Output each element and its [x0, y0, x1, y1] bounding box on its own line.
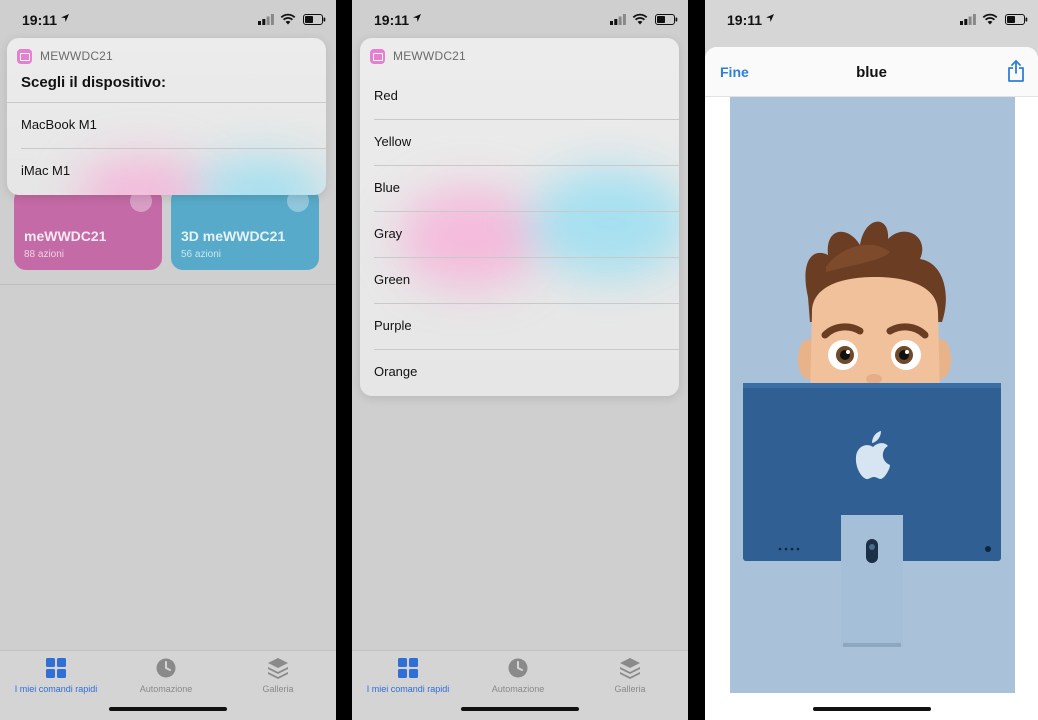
phone-screen-device-choice: 19:11 meWWDC21 88 azioni 3D meWWDC21 56 … — [0, 0, 336, 720]
menu-option-green[interactable]: Green — [360, 257, 679, 303]
battery-icon — [1005, 14, 1028, 25]
cellular-signal-icon — [610, 14, 626, 25]
status-bar: 19:11 — [705, 0, 1038, 40]
menu-option-orange[interactable]: Orange — [360, 349, 679, 395]
quick-look-sheet: Fine blue — [705, 47, 1038, 720]
wifi-icon — [632, 13, 648, 25]
separator — [374, 349, 679, 350]
separator — [374, 119, 679, 120]
phone-screen-color-choice: 19:11 MEWWDC21 Red Yellow Blue Gray Gree… — [352, 0, 688, 720]
status-bar: 19:11 — [0, 0, 336, 40]
grid-icon — [46, 658, 66, 678]
status-bar: 19:11 — [352, 0, 688, 40]
share-icon[interactable] — [1006, 60, 1026, 82]
card-title: 3D meWWDC21 — [181, 228, 286, 244]
clock-icon — [156, 658, 176, 678]
option-label: Purple — [374, 318, 412, 333]
tab-label: I miei comandi rapidi — [366, 684, 450, 694]
stack-icon — [620, 658, 640, 679]
memoji-imac-image — [730, 97, 1015, 693]
menu-option-yellow[interactable]: Yellow — [360, 119, 679, 165]
tab-label: Galleria — [614, 684, 646, 694]
tab-my-shortcuts[interactable]: I miei comandi rapidi — [0, 657, 112, 694]
location-arrow-icon — [766, 14, 774, 22]
location-arrow-icon — [413, 14, 421, 22]
memoji-behind-imac-image — [743, 221, 1001, 647]
shortcut-card-3d-mewwdc21[interactable]: 3D meWWDC21 56 azioni — [171, 188, 319, 270]
option-label: Green — [374, 272, 411, 287]
cellular-signal-icon — [960, 14, 976, 25]
option-label: Blue — [374, 180, 401, 195]
status-time: 19:11 — [727, 12, 763, 28]
home-indicator[interactable] — [812, 707, 931, 711]
sheet-navigation-bar: Fine blue — [705, 47, 1038, 97]
menu-option-gray[interactable]: Gray — [360, 211, 679, 257]
stack-icon — [268, 658, 288, 679]
clock-icon — [508, 658, 528, 678]
option-label: MacBook M1 — [21, 117, 97, 132]
wifi-icon — [982, 13, 998, 25]
divider — [0, 284, 336, 285]
device-choice-menu: MEWWDC21 Scegli il dispositivo: MacBook … — [7, 38, 326, 195]
menu-option-purple[interactable]: Purple — [360, 303, 679, 349]
tab-label: Galleria — [262, 684, 294, 694]
menu-header: MEWWDC21 — [17, 47, 113, 65]
home-indicator[interactable] — [461, 707, 579, 711]
cellular-signal-icon — [258, 14, 274, 25]
color-choice-menu: MEWWDC21 Red Yellow Blue Gray Green Purp… — [360, 38, 679, 396]
option-label: iMac M1 — [21, 163, 71, 178]
location-arrow-icon — [61, 14, 69, 22]
tab-automation[interactable]: Automazione — [110, 657, 222, 694]
option-label: Gray — [374, 226, 403, 241]
tab-gallery[interactable]: Galleria — [574, 657, 686, 694]
battery-icon — [303, 14, 326, 25]
sheet-title: blue — [856, 64, 887, 81]
tab-label: Automazione — [491, 684, 545, 694]
option-label: Red — [374, 88, 398, 103]
home-indicator[interactable] — [109, 707, 227, 711]
tab-gallery[interactable]: Galleria — [222, 657, 334, 694]
status-time: 19:11 — [22, 12, 58, 28]
separator — [374, 303, 679, 304]
status-time: 19:11 — [374, 12, 410, 28]
separator — [21, 148, 326, 149]
menu-option-macbook-m1[interactable]: MacBook M1 — [7, 102, 326, 148]
card-subtitle: 56 azioni — [181, 249, 222, 260]
app-name: MEWWDC21 — [393, 49, 466, 63]
phone-screen-image-preview: 19:11 Fine blue — [705, 0, 1038, 720]
option-label: Yellow — [374, 134, 412, 149]
battery-icon — [655, 14, 678, 25]
tab-my-shortcuts[interactable]: I miei comandi rapidi — [352, 657, 464, 694]
shortcut-card-mewwdc21[interactable]: meWWDC21 88 azioni — [14, 188, 162, 270]
menu-option-blue[interactable]: Blue — [360, 165, 679, 211]
tab-automation[interactable]: Automazione — [462, 657, 574, 694]
tab-label: Automazione — [139, 684, 193, 694]
menu-question: Scegli il dispositivo: — [21, 74, 167, 91]
menu-header: MEWWDC21 — [370, 47, 466, 65]
app-name: MEWWDC21 — [40, 49, 113, 63]
separator — [374, 257, 679, 258]
separator — [374, 165, 679, 166]
app-icon — [17, 48, 32, 64]
menu-option-imac-m1[interactable]: iMac M1 — [7, 148, 326, 194]
wifi-icon — [280, 13, 296, 25]
card-title: meWWDC21 — [24, 228, 107, 244]
option-label: Orange — [374, 364, 418, 379]
menu-option-red[interactable]: Red — [360, 73, 679, 119]
app-icon — [370, 48, 385, 64]
card-subtitle: 88 azioni — [24, 249, 65, 260]
tab-label: I miei comandi rapidi — [14, 684, 98, 694]
grid-icon — [398, 658, 418, 678]
separator — [7, 102, 326, 103]
separator — [374, 211, 679, 212]
